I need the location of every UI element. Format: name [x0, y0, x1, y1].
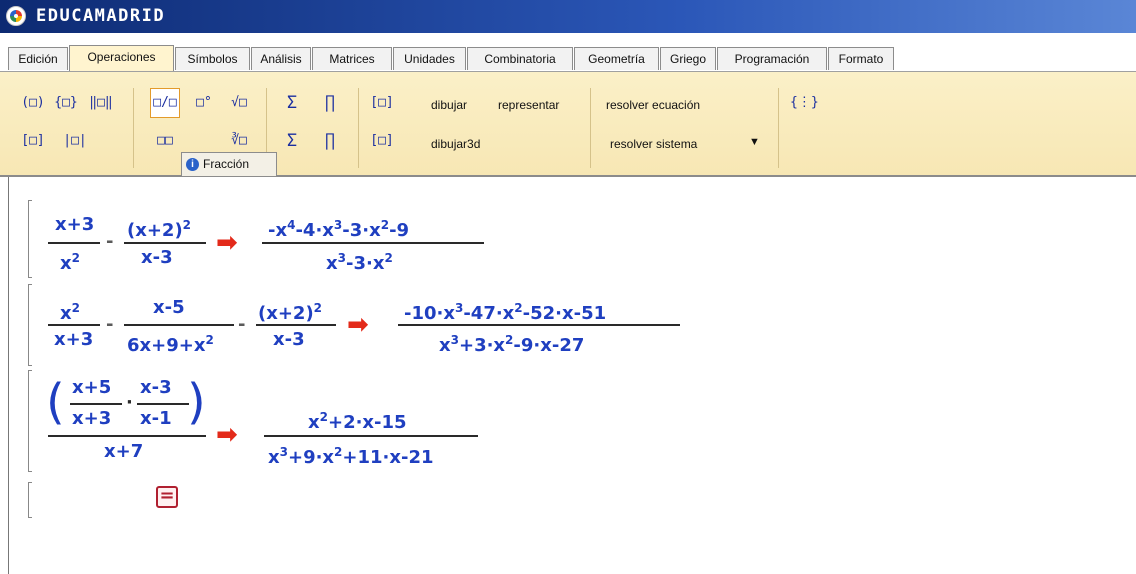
- resolver-sistema-button[interactable]: resolver sistema: [610, 137, 697, 151]
- expression-block-4[interactable]: [28, 482, 32, 518]
- eq1-result-num: -x4-4·x3-3·x2-9: [268, 218, 410, 241]
- product-button[interactable]: ∏: [318, 93, 342, 113]
- eq2-frac1-den: x+3: [54, 329, 94, 350]
- tab-geometria[interactable]: Geometría: [574, 47, 659, 70]
- expression-block-2[interactable]: [28, 284, 32, 366]
- fraction-bar: [70, 403, 122, 405]
- eq2-frac2-num: x-5: [153, 297, 185, 318]
- eq3-inner2-den: x-1: [140, 408, 172, 429]
- menu-tabs: Edición Operaciones Símbolos Análisis Ma…: [0, 45, 1136, 71]
- tab-programacion[interactable]: Programación: [717, 47, 827, 70]
- tab-formato[interactable]: Formato: [828, 47, 894, 70]
- tab-edicion[interactable]: Edición: [8, 47, 68, 70]
- eq3-inner1-den: x+3: [72, 408, 112, 429]
- tab-griego[interactable]: Griego: [660, 47, 716, 70]
- eq1-frac1-num: x+3: [55, 214, 95, 235]
- fraction-button[interactable]: □/□: [150, 88, 180, 118]
- fraction-bar: [48, 435, 206, 437]
- tab-matrices[interactable]: Matrices: [312, 47, 392, 70]
- left-parenthesis: (: [46, 374, 65, 430]
- eq3-inner2-num: x-3: [140, 377, 172, 398]
- eq1-frac2-num: (x+2)2: [127, 218, 192, 241]
- fraction-bar: [124, 324, 234, 326]
- subscript-button[interactable]: □□: [150, 131, 180, 151]
- fraction-bar: [48, 242, 100, 244]
- eq2-result-num: -10·x3-47·x2-52·x-51: [404, 301, 607, 324]
- sum-limits-button[interactable]: Σ: [280, 131, 304, 151]
- parentheses-button[interactable]: (□): [20, 93, 46, 113]
- minus-sign: -: [106, 231, 114, 252]
- eq2-frac3-num: (x+2)2: [258, 301, 323, 324]
- fraction-bar: [262, 242, 484, 244]
- eq2-frac3-den: x-3: [273, 329, 305, 350]
- resolver-ecuacion-button[interactable]: resolver ecuación: [606, 98, 700, 112]
- eq2-frac2-den: 6x+9+x2: [127, 333, 214, 356]
- operations-toolbar: (□) {□} ‖□‖ [□] |□| □/□ □° √□ □□ ∛□ Σ ∏ …: [0, 71, 1136, 175]
- eq3-result-num: x2+2·x-15: [308, 410, 407, 433]
- fraction-bar: [124, 242, 206, 244]
- fraction-bar: [256, 324, 336, 326]
- tab-analisis[interactable]: Análisis: [251, 47, 311, 70]
- minus-sign: -: [238, 314, 246, 335]
- expression-block-1[interactable]: [28, 200, 32, 278]
- fraction-tooltip: i Fracción: [181, 152, 277, 177]
- tab-operaciones[interactable]: Operaciones: [69, 45, 174, 71]
- fraction-bar: [137, 403, 189, 405]
- multiply-dot: ·: [126, 392, 133, 413]
- triangle-down-icon[interactable]: ▼: [749, 136, 760, 148]
- fraction-bar: [264, 435, 478, 437]
- dibujar-button[interactable]: dibujar: [431, 98, 467, 112]
- degree-button[interactable]: □°: [190, 93, 218, 113]
- eq1-frac1-den: x2: [60, 251, 80, 274]
- info-icon: i: [186, 158, 199, 171]
- evaluate-equals-button[interactable]: =: [156, 486, 178, 508]
- tooltip-label: Fracción: [203, 157, 250, 171]
- educamadrid-logo-icon: [6, 6, 26, 26]
- tab-unidades[interactable]: Unidades: [393, 47, 466, 70]
- tab-simbolos[interactable]: Símbolos: [175, 47, 250, 70]
- right-parenthesis: ): [187, 374, 206, 430]
- eq3-inner1-num: x+5: [72, 377, 112, 398]
- ceiling-button[interactable]: [□]: [368, 131, 396, 151]
- vector-button[interactable]: {⋮}: [790, 93, 819, 113]
- tab-combinatoria[interactable]: Combinatoria: [467, 47, 573, 70]
- fraction-bar: [398, 324, 680, 326]
- eq3-result-den: x3+9·x2+11·x-21: [268, 445, 434, 468]
- representar-button[interactable]: representar: [498, 98, 559, 112]
- eq3-den: x+7: [104, 441, 144, 462]
- workspace-left-edge: [8, 177, 9, 574]
- minus-sign: -: [106, 314, 114, 335]
- fraction-bar: [48, 324, 100, 326]
- norm-button[interactable]: ‖□‖: [86, 93, 116, 113]
- app-title: EDUCAMADRID: [36, 6, 166, 26]
- sum-button[interactable]: Σ: [280, 93, 304, 113]
- arrow-right-icon: ➡: [216, 228, 238, 258]
- absolute-value-button[interactable]: |□|: [62, 131, 88, 151]
- eq1-frac2-den: x-3: [141, 247, 173, 268]
- braces-button[interactable]: {□}: [52, 93, 80, 113]
- sqrt-button[interactable]: √□: [224, 93, 254, 113]
- expression-block-3[interactable]: [28, 370, 32, 472]
- arrow-right-icon: ➡: [216, 420, 238, 450]
- eq1-result-den: x3-3·x2: [326, 251, 393, 274]
- arrow-right-icon: ➡: [347, 310, 369, 340]
- dibujar3d-button[interactable]: dibujar3d: [431, 137, 480, 151]
- product-limits-button[interactable]: ∏: [318, 131, 342, 151]
- toolbar-divider: [0, 175, 1136, 177]
- eq2-frac1-num: x2: [60, 301, 80, 324]
- nth-root-button[interactable]: ∛□: [224, 131, 254, 151]
- floor-button[interactable]: [□]: [368, 93, 396, 113]
- title-bar: EDUCAMADRID: [0, 0, 1136, 33]
- brackets-button[interactable]: [□]: [20, 131, 46, 151]
- eq2-result-den: x3+3·x2-9·x-27: [439, 333, 585, 356]
